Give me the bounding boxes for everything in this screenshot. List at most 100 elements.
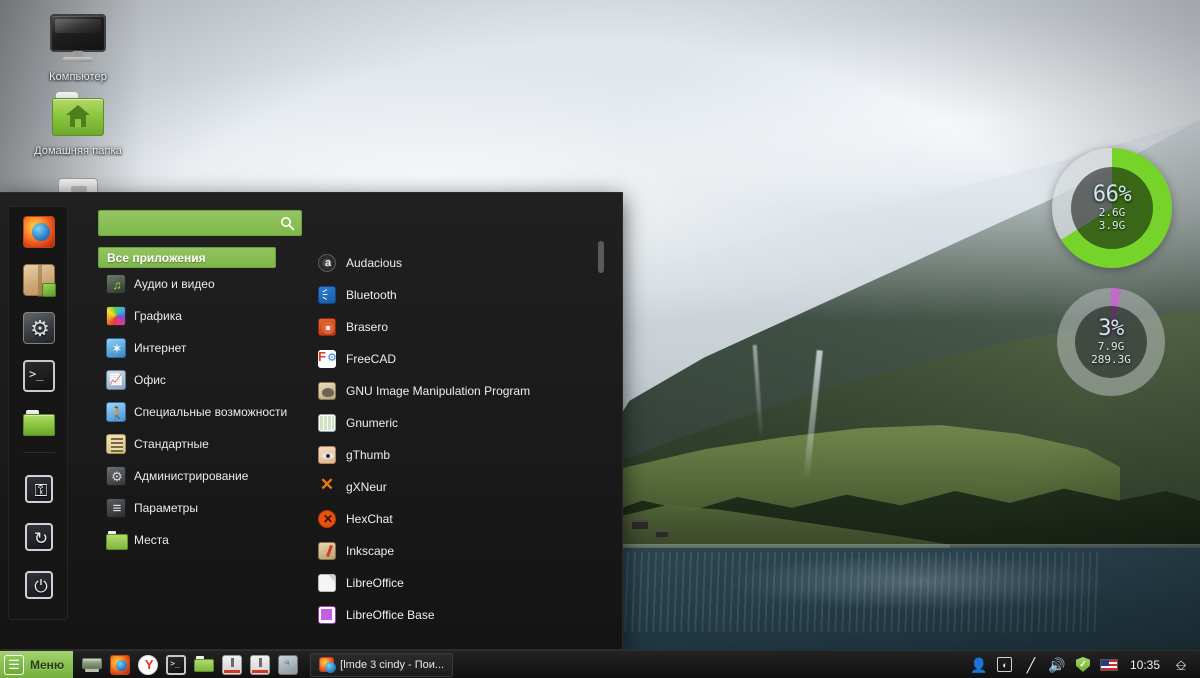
menu-button[interactable]: ☰ Меню	[0, 650, 74, 678]
launcher-system-tool[interactable]	[274, 651, 302, 678]
desktop-icon-home-folder[interactable]: Домашняя папка	[22, 92, 134, 158]
logout-glyph: ↻	[33, 529, 49, 548]
freecad-icon	[318, 349, 337, 368]
category-audio-video[interactable]: Аудио и видео	[98, 268, 278, 300]
desktop-icon-computer[interactable]: Компьютер	[22, 14, 134, 84]
category-internet[interactable]: Интернет	[98, 332, 278, 364]
menu-category-list[interactable]: Все приложения Аудио и видео Графика Инт…	[98, 247, 287, 556]
sidebar-item-firefox[interactable]	[20, 213, 58, 251]
category-label: Аудио и видео	[134, 277, 215, 291]
category-administration[interactable]: Администрирование	[98, 460, 278, 492]
taskbar-launchers	[78, 651, 302, 678]
sidebar-item-file-manager[interactable]	[20, 405, 58, 443]
workspace-switcher[interactable]: ⎒	[1168, 651, 1194, 678]
tray-clock[interactable]: 10:35	[1122, 658, 1168, 672]
sidebar-item-lock-screen[interactable]: ⚿	[20, 470, 58, 508]
category-preferences[interactable]: Параметры	[98, 492, 278, 524]
sidebar-item-software-manager[interactable]	[20, 261, 58, 299]
disk-percent: 3%	[1098, 316, 1124, 341]
launcher-terminal[interactable]	[162, 651, 190, 678]
desktop-icon-label: Домашняя папка	[34, 145, 122, 157]
category-label: Интернет	[134, 341, 187, 355]
application-list-scrollbar-thumb[interactable]	[598, 241, 604, 273]
app-item-inkscape[interactable]: Inkscape	[318, 535, 588, 567]
menu-sidebar: ⚿ ↻ ⏻	[8, 206, 68, 620]
gimp-icon	[318, 382, 336, 400]
audacious-icon	[318, 254, 337, 272]
usb-drive-icon	[222, 654, 243, 675]
linux-mint-logo: ☰	[4, 654, 24, 675]
app-label: LibreOffice	[346, 576, 404, 590]
launcher-yandex-browser[interactable]	[134, 651, 162, 678]
internet-icon	[106, 338, 127, 359]
tray-screenshot-indicator[interactable]: ◐	[992, 651, 1018, 678]
app-label: Audacious	[346, 256, 403, 270]
sidebar-item-logout[interactable]: ↻	[20, 518, 58, 556]
memory-total: 3.9G	[1098, 219, 1126, 232]
menu-search-box[interactable]	[98, 210, 302, 236]
tray-brightness-indicator[interactable]: ╱	[1018, 651, 1044, 678]
app-item-hexchat[interactable]: HexChat	[318, 503, 588, 535]
app-item-freecad[interactable]: FreeCAD	[318, 343, 588, 375]
category-all-applications[interactable]: Все приложения	[98, 247, 276, 268]
memory-used: 2.6G	[1098, 206, 1126, 219]
launcher-show-desktop[interactable]	[78, 651, 106, 678]
app-item-gnumeric[interactable]: Gnumeric	[318, 407, 588, 439]
tray-volume-indicator[interactable]: 🔊	[1044, 651, 1070, 678]
yandex-icon	[138, 654, 159, 675]
taskbar[interactable]: ☰ Меню Y >_ 🔧 [lmde 3 cindy - Пои... 👤 ◐…	[0, 650, 1200, 678]
search-icon	[280, 216, 295, 231]
category-places[interactable]: Места	[98, 524, 278, 556]
category-label: Параметры	[134, 501, 198, 515]
disk-used: 7.9G	[1097, 340, 1125, 353]
application-list-scrollbar-track[interactable]	[598, 240, 604, 640]
app-item-audacious[interactable]: Audacious	[318, 247, 588, 279]
app-item-bluetooth[interactable]: Bluetooth	[318, 279, 588, 311]
terminal-icon	[166, 654, 187, 675]
search-input[interactable]	[105, 211, 275, 235]
graphics-icon	[106, 306, 126, 326]
desktop-icon-label: Компьютер	[49, 71, 107, 83]
menu-application-list[interactable]: Audacious Bluetooth Brasero FreeCAD GNU …	[318, 247, 588, 627]
launcher-file-manager[interactable]	[190, 651, 218, 678]
firefox-icon	[110, 654, 131, 675]
category-label: Все приложения	[107, 250, 206, 265]
category-accessories[interactable]: Стандартные	[98, 428, 278, 460]
sidebar-item-terminal[interactable]	[20, 357, 58, 395]
monitor-icon	[22, 14, 134, 67]
wallpaper-lake-shine	[620, 552, 1100, 632]
category-accessibility[interactable]: Специальные возможности	[98, 396, 287, 428]
wallpaper-cabin-2	[656, 530, 668, 537]
tray-user-indicator[interactable]: 👤	[966, 651, 992, 678]
app-item-gxneur[interactable]: gXNeur	[318, 471, 588, 503]
app-item-libreoffice[interactable]: LibreOffice	[318, 567, 588, 599]
app-label: Inkscape	[346, 544, 395, 558]
category-office[interactable]: Офис	[98, 364, 278, 396]
window-title: [lmde 3 cindy - Пои...	[340, 658, 445, 671]
category-label: Офис	[134, 373, 166, 387]
hexchat-icon	[318, 510, 337, 528]
launcher-firefox[interactable]	[106, 651, 134, 678]
app-item-gthumb[interactable]: gThumb	[318, 439, 588, 471]
tray-keyboard-layout[interactable]	[1096, 651, 1122, 678]
sidebar-item-control-center[interactable]	[20, 309, 58, 347]
app-label: Bluetooth	[346, 288, 397, 302]
inkscape-icon	[318, 542, 336, 560]
wallpaper-cabin-1	[632, 520, 648, 529]
sidebar-item-shutdown[interactable]: ⏻	[20, 566, 58, 604]
window-list-item[interactable]: [lmde 3 cindy - Пои...	[310, 652, 454, 677]
app-label: gThumb	[346, 448, 391, 462]
app-label: gXNeur	[346, 480, 387, 494]
cogs-icon	[23, 312, 56, 345]
lock-glyph: ⚿	[34, 481, 48, 500]
launcher-usb-drive-2[interactable]	[246, 651, 274, 678]
office-icon	[106, 370, 126, 390]
app-item-libreoffice-base[interactable]: LibreOffice Base	[318, 599, 588, 627]
category-label: Администрирование	[134, 469, 249, 483]
app-item-gimp[interactable]: GNU Image Manipulation Program	[318, 375, 588, 407]
launcher-usb-drive-1[interactable]	[218, 651, 246, 678]
app-item-brasero[interactable]: Brasero	[318, 311, 588, 343]
tray-update-manager[interactable]	[1070, 651, 1096, 678]
accessibility-icon	[106, 402, 127, 423]
category-graphics[interactable]: Графика	[98, 300, 278, 332]
